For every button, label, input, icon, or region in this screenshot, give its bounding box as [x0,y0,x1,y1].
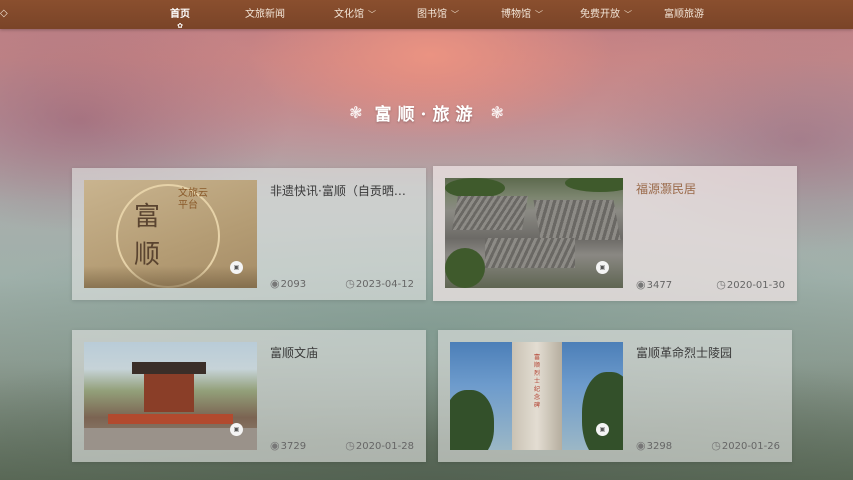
view-count: ◉2093 [270,277,307,290]
nav-free-open[interactable]: 免费开放 ﹀ [580,0,632,29]
clock-icon: ◷ [345,277,355,290]
publish-date: ◷2020-01-28 [345,439,414,452]
thumbnail-big-text: 富顺 [134,202,161,270]
flower-ornament-icon: ❃ [349,103,363,122]
card-title[interactable]: 福源灏民居 [636,180,786,197]
chevron-down-icon: ﹀ [535,10,543,19]
card-thumbnail: ▣ [84,342,257,450]
view-count: ◉3298 [636,439,673,452]
image-badge-icon: ▣ [596,423,609,436]
image-badge-icon: ▣ [230,261,243,274]
view-count: ◉3729 [270,439,307,452]
image-badge-icon: ▣ [596,261,609,274]
clock-icon: ◷ [711,439,721,452]
nav-culture-news[interactable]: 文旅新闻 [245,0,285,29]
card-title[interactable]: 非遗快讯·富顺（自贡晒… [270,182,420,199]
tour-card-4[interactable]: 富顺烈士纪念碑 ▣ 富顺革命烈士陵园 ◉3298 ◷2020-01-26 [438,330,792,462]
card-thumbnail: 富顺烈士纪念碑 ▣ [450,342,623,450]
card-thumbnail: ▣ [445,178,623,288]
card-title[interactable]: 富顺革命烈士陵园 [636,344,786,361]
publish-date: ◷2020-01-26 [711,439,780,452]
eye-icon: ◉ [270,439,280,452]
monument-inscription: 富顺烈士纪念碑 [533,354,540,409]
tour-card-3[interactable]: ▣ 富顺文庙 ◉3729 ◷2020-01-28 [72,330,426,462]
eye-icon: ◉ [636,278,646,291]
nav-museum[interactable]: 博物馆 ﹀ [501,0,543,29]
active-indicator-icon: ✿ [177,22,183,30]
card-thumbnail: 富顺 文旅云平台 ▣ [84,180,257,288]
chevron-down-icon: ﹀ [451,10,459,19]
partial-nav-icon: ◇ [0,8,8,19]
nav-fushun-tourism[interactable]: 富顺旅游 [664,0,704,29]
image-badge-icon: ▣ [230,423,243,436]
chevron-down-icon: ﹀ [624,10,632,19]
section-header: ❃ 富顺·旅游 ❃ [0,100,853,126]
thumbnail-side-text: 文旅云平台 [178,188,208,211]
clock-icon: ◷ [716,278,726,291]
eye-icon: ◉ [636,439,646,452]
tour-card-1[interactable]: 富顺 文旅云平台 ▣ 非遗快讯·富顺（自贡晒… ◉2093 ◷2023-04-1… [72,168,426,300]
nav-library[interactable]: 图书馆 ﹀ [417,0,459,29]
card-title[interactable]: 富顺文庙 [270,344,420,361]
section-title: 富顺·旅游 [374,105,479,125]
top-navigation: ◇ 首页 ✿ 文旅新闻 文化馆 ﹀ 图书馆 ﹀ 博物馆 ﹀ 免费开放 ﹀ 富顺旅游 [0,0,853,30]
clock-icon: ◷ [345,439,355,452]
nav-culture-center[interactable]: 文化馆 ﹀ [334,0,376,29]
view-count: ◉3477 [636,278,673,291]
flower-ornament-icon: ❃ [490,103,504,122]
publish-date: ◷2020-01-30 [716,278,785,291]
nav-home[interactable]: 首页 ✿ [170,0,190,30]
tour-card-2[interactable]: ▣ 福源灏民居 ◉3477 ◷2020-01-30 [433,166,797,301]
eye-icon: ◉ [270,277,280,290]
chevron-down-icon: ﹀ [368,10,376,19]
publish-date: ◷2023-04-12 [345,277,414,290]
